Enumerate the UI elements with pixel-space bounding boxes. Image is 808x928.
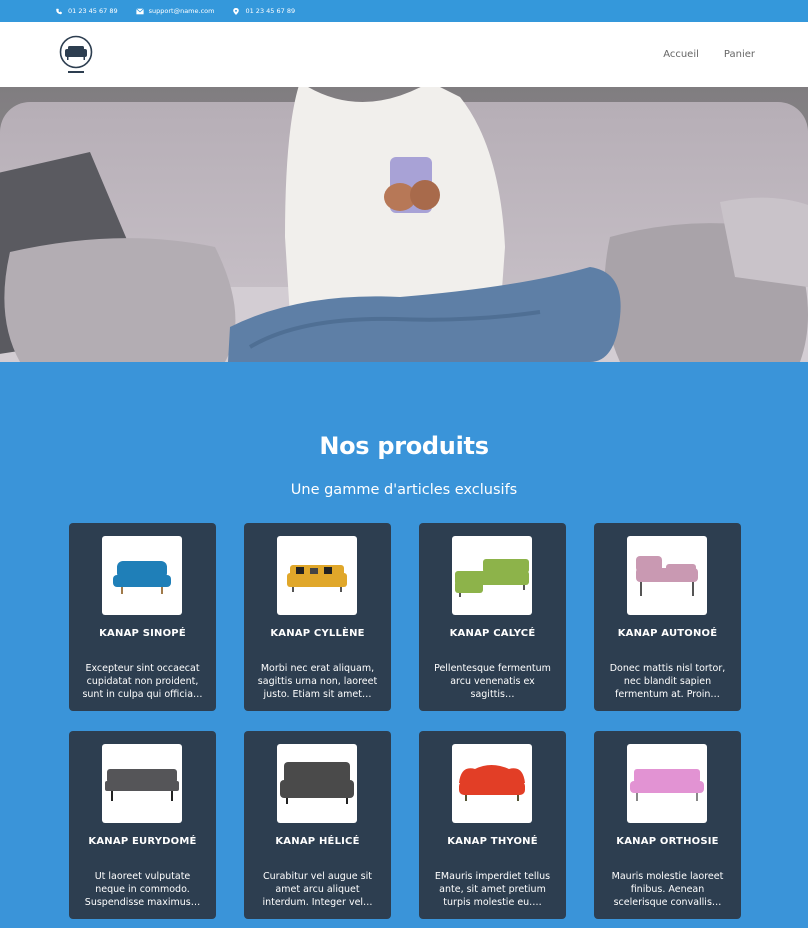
sofa-icon <box>630 768 704 801</box>
contact-email: support@name.com <box>135 7 215 15</box>
product-image <box>102 536 182 615</box>
phone-text: 01 23 45 67 89 <box>68 7 118 15</box>
sofa-icon <box>105 768 179 801</box>
product-image <box>452 744 532 823</box>
contact-address: 01 23 45 67 89 <box>232 7 295 15</box>
nav-link-accueil[interactable]: Accueil <box>663 49 699 60</box>
product-name: KANAP ORTHOSIE <box>616 836 719 847</box>
nav-link-panier[interactable]: Panier <box>724 49 755 60</box>
product-name: KANAP CALYCÉ <box>449 628 536 639</box>
products-grid: KANAP SINOPÉ Excepteur sint occaecat cup… <box>69 523 741 919</box>
top-contact-bar: 01 23 45 67 89 support@name.com 01 23 45… <box>0 0 808 22</box>
product-image <box>277 536 357 615</box>
product-description: Pellentesque fermentum arcu venenatis ex… <box>434 663 551 700</box>
sofa-icon <box>636 555 698 596</box>
product-description: Ut laoreet vulputate neque in commodo. S… <box>84 871 201 908</box>
map-pin-icon <box>233 7 240 15</box>
product-description: EMauris imperdiet tellus ante, sit amet … <box>434 871 551 908</box>
product-image <box>627 536 707 615</box>
product-name: KANAP EURYDOMÉ <box>88 836 197 847</box>
product-name: KANAP AUTONOÉ <box>617 628 718 639</box>
sofa-icon <box>113 560 171 594</box>
sofa-icon <box>287 564 347 592</box>
section-subtitle: Une gamme d'articles exclusifs <box>290 482 518 498</box>
product-name: KANAP CYLLÈNE <box>270 628 365 639</box>
product-card[interactable]: KANAP CALYCÉ Pellentesque fermentum arcu… <box>419 523 566 711</box>
product-name: KANAP SINOPÉ <box>99 628 186 639</box>
nav-links: Accueil Panier <box>663 49 755 60</box>
hero-banner <box>0 87 808 362</box>
contact-phone: 01 23 45 67 89 <box>55 7 118 15</box>
product-card[interactable]: KANAP AUTONOÉ Donec mattis nisl tortor, … <box>594 523 741 711</box>
section-title: Nos produits <box>319 432 489 460</box>
address-text: 01 23 45 67 89 <box>245 7 296 15</box>
phone-icon <box>56 8 62 14</box>
sofa-icon <box>459 764 525 801</box>
product-description: Mauris molestie laoreet finibus. Aenean … <box>611 871 724 908</box>
product-card[interactable]: KANAP SINOPÉ Excepteur sint occaecat cup… <box>69 523 216 711</box>
product-description: Excepteur sint occaecat cupidatat non pr… <box>82 663 203 700</box>
product-image <box>277 744 357 823</box>
product-card[interactable]: KANAP ORTHOSIE Mauris molestie laoreet f… <box>594 731 741 919</box>
sofa-icon <box>280 761 354 804</box>
sofa-icon <box>455 558 529 597</box>
product-name: KANAP HÉLICÉ <box>275 836 360 847</box>
product-description: Morbi nec erat aliquam, sagittis urna no… <box>257 663 378 700</box>
product-card[interactable]: KANAP HÉLICÉ Curabitur vel augue sit ame… <box>244 731 391 919</box>
main-navbar: Accueil Panier <box>0 22 808 87</box>
product-card[interactable]: KANAP THYONÉ EMauris imperdiet tellus an… <box>419 731 566 919</box>
product-card[interactable]: KANAP CYLLÈNE Morbi nec erat aliquam, sa… <box>244 523 391 711</box>
hero-image <box>0 87 808 362</box>
product-card[interactable]: KANAP EURYDOMÉ Ut laoreet vulputate nequ… <box>69 731 216 919</box>
kanap-logo[interactable] <box>59 35 93 75</box>
product-image <box>452 536 532 615</box>
product-image <box>627 744 707 823</box>
products-section: Nos produits Une gamme d'articles exclus… <box>0 362 808 928</box>
product-description: Curabitur vel augue sit amet arcu alique… <box>262 871 373 908</box>
product-description: Donec mattis nisl tortor, nec blandit sa… <box>609 663 726 700</box>
product-name: KANAP THYONÉ <box>447 836 538 847</box>
product-image <box>102 744 182 823</box>
envelope-icon <box>135 7 144 14</box>
email-text: support@name.com <box>148 7 215 15</box>
